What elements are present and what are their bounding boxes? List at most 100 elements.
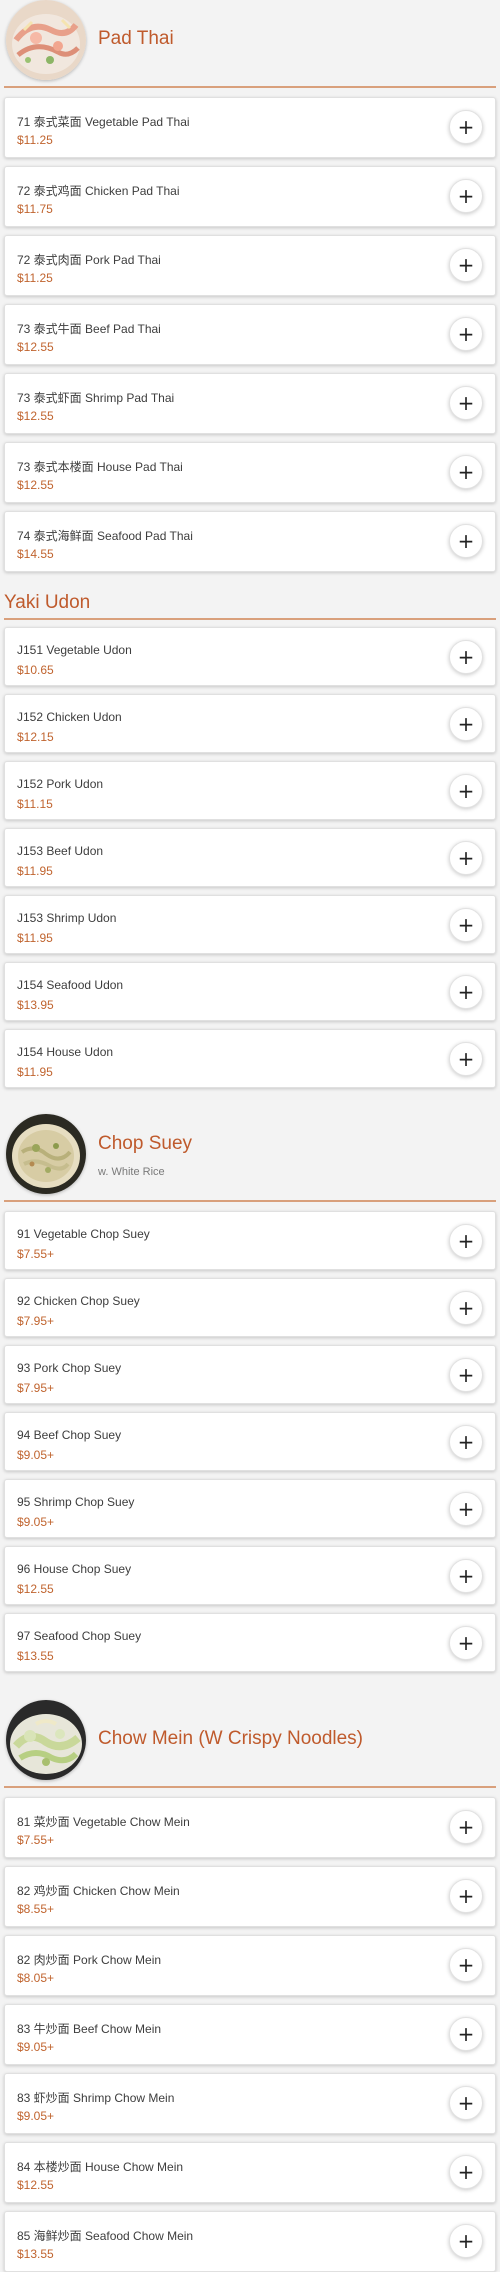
plus-icon: +: [457, 1430, 475, 1454]
add-item-button[interactable]: +: [449, 1948, 483, 1982]
menu-item[interactable]: 73 泰式牛面 Beef Pad Thai $12.55 +: [4, 304, 496, 365]
add-item-button[interactable]: +: [449, 908, 483, 942]
item-price: $12.55: [17, 2178, 54, 2192]
menu-item[interactable]: 71 泰式菜面 Vegetable Pad Thai $11.25 +: [4, 97, 496, 158]
menu-item[interactable]: J151 Vegetable Udon $10.65 +: [4, 627, 496, 686]
add-item-button[interactable]: +: [449, 1810, 483, 1844]
menu-item[interactable]: 73 泰式本楼面 House Pad Thai $12.55 +: [4, 442, 496, 503]
add-item-button[interactable]: +: [449, 774, 483, 808]
item-price: $11.25: [17, 271, 53, 285]
menu-item[interactable]: 82 肉炒面 Pork Chow Mein $8.05+ +: [4, 1935, 496, 1996]
menu-item[interactable]: 95 Shrimp Chop Suey $9.05+ +: [4, 1479, 496, 1538]
item-price: $7.95+: [17, 1381, 55, 1395]
item-price: $9.05+: [17, 1515, 55, 1529]
item-name: 92 Chicken Chop Suey: [17, 1294, 140, 1308]
item-list-chow-mein: 81 菜炒面 Vegetable Chow Mein $7.55+ + 82 鸡…: [0, 1797, 500, 2272]
add-item-button[interactable]: +: [449, 1224, 483, 1258]
menu-item[interactable]: 94 Beef Chop Suey $9.05+ +: [4, 1412, 496, 1471]
item-name: 94 Beef Chop Suey: [17, 1428, 122, 1442]
menu-item[interactable]: 81 菜炒面 Vegetable Chow Mein $7.55+ +: [4, 1797, 496, 1858]
menu-item[interactable]: 83 虾炒面 Shrimp Chow Mein $9.05+ +: [4, 2073, 496, 2134]
menu-item[interactable]: 91 Vegetable Chop Suey $7.55+ +: [4, 1211, 496, 1270]
menu-item[interactable]: J153 Beef Udon $11.95 +: [4, 828, 496, 887]
menu-item[interactable]: 96 House Chop Suey $12.55 +: [4, 1546, 496, 1605]
plus-icon: +: [457, 1047, 475, 1071]
item-name: 81 菜炒面 Vegetable Chow Mein: [17, 1815, 190, 1829]
plus-icon: +: [457, 2160, 475, 2184]
menu-item[interactable]: 93 Pork Chop Suey $7.95+ +: [4, 1345, 496, 1404]
add-item-button[interactable]: +: [449, 1042, 483, 1076]
item-name: 83 虾炒面 Shrimp Chow Mein: [17, 2091, 175, 2105]
item-price: $11.95: [17, 931, 53, 945]
item-name: J154 Seafood Udon: [17, 978, 124, 992]
item-price: $7.95+: [17, 1314, 55, 1328]
plus-icon: +: [457, 184, 475, 208]
add-item-button[interactable]: +: [449, 2086, 483, 2120]
item-price: $9.05+: [17, 2109, 55, 2123]
pad-thai-photo: [6, 0, 86, 80]
chow-mein-photo: [6, 1700, 86, 1780]
plus-icon: +: [457, 779, 475, 803]
item-list-yaki-udon: J151 Vegetable Udon $10.65 + J152 Chicke…: [0, 624, 500, 1088]
menu-item[interactable]: 73 泰式虾面 Shrimp Pad Thai $12.55 +: [4, 373, 496, 434]
item-name: 91 Vegetable Chop Suey: [17, 1227, 150, 1241]
item-price: $11.25: [17, 133, 53, 147]
menu-item[interactable]: 72 泰式肉面 Pork Pad Thai $11.25 +: [4, 235, 496, 296]
section-title: Chop Suey: [98, 1133, 193, 1154]
add-item-button[interactable]: +: [449, 1879, 483, 1913]
item-price: $11.95: [17, 864, 53, 878]
menu-item[interactable]: J154 Seafood Udon $13.95 +: [4, 962, 496, 1021]
item-name: 74 泰式海鲜面 Seafood Pad Thai: [17, 529, 193, 543]
item-price: $14.55: [17, 547, 54, 561]
item-price: $13.55: [17, 1649, 54, 1663]
plus-icon: +: [457, 1497, 475, 1521]
chop-suey-photo: [6, 1114, 86, 1194]
plus-icon: +: [457, 846, 475, 870]
menu-item[interactable]: J153 Shrimp Udon $11.95 +: [4, 895, 496, 954]
add-item-button[interactable]: +: [449, 841, 483, 875]
add-item-button[interactable]: +: [449, 1291, 483, 1325]
menu-item[interactable]: 72 泰式鸡面 Chicken Pad Thai $11.75 +: [4, 166, 496, 227]
section-header-chop-suey: Chop Suey w. White Rice: [4, 1114, 496, 1202]
add-item-button[interactable]: +: [449, 975, 483, 1009]
item-name: J152 Pork Udon: [17, 777, 104, 791]
menu-item[interactable]: J152 Pork Udon $11.15 +: [4, 761, 496, 820]
add-item-button[interactable]: +: [449, 248, 483, 282]
add-item-button[interactable]: +: [449, 1425, 483, 1459]
add-item-button[interactable]: +: [449, 2224, 483, 2258]
add-item-button[interactable]: +: [449, 2017, 483, 2051]
add-item-button[interactable]: +: [449, 524, 483, 558]
add-item-button[interactable]: +: [449, 1626, 483, 1660]
add-item-button[interactable]: +: [449, 179, 483, 213]
menu-item[interactable]: 97 Seafood Chop Suey $13.55 +: [4, 1613, 496, 1672]
menu-item[interactable]: 74 泰式海鲜面 Seafood Pad Thai $14.55 +: [4, 511, 496, 572]
plus-icon: +: [457, 1229, 475, 1253]
add-item-button[interactable]: +: [449, 455, 483, 489]
add-item-button[interactable]: +: [449, 640, 483, 674]
item-name: 82 鸡炒面 Chicken Chow Mein: [17, 1884, 180, 1898]
menu-item[interactable]: J154 House Udon $11.95 +: [4, 1029, 496, 1088]
add-item-button[interactable]: +: [449, 1559, 483, 1593]
add-item-button[interactable]: +: [449, 1358, 483, 1392]
plus-icon: +: [457, 391, 475, 415]
menu-item[interactable]: J152 Chicken Udon $12.15 +: [4, 694, 496, 753]
add-item-button[interactable]: +: [449, 110, 483, 144]
section-subtitle: w. White Rice: [98, 1166, 165, 1178]
add-item-button[interactable]: +: [449, 386, 483, 420]
item-price: $7.55+: [17, 1833, 55, 1847]
plus-icon: +: [457, 253, 475, 277]
menu-item[interactable]: 85 海鲜炒面 Seafood Chow Mein $13.55 +: [4, 2211, 496, 2272]
menu-item[interactable]: 83 牛炒面 Beef Chow Mein $9.05+ +: [4, 2004, 496, 2065]
item-price: $12.55: [17, 478, 54, 492]
plus-icon: +: [457, 1884, 475, 1908]
menu-item[interactable]: 92 Chicken Chop Suey $7.95+ +: [4, 1278, 496, 1337]
add-item-button[interactable]: +: [449, 1492, 483, 1526]
menu-item[interactable]: 82 鸡炒面 Chicken Chow Mein $8.55+ +: [4, 1866, 496, 1927]
plus-icon: +: [457, 980, 475, 1004]
add-item-button[interactable]: +: [449, 317, 483, 351]
menu-item[interactable]: 84 本楼炒面 House Chow Mein $12.55 +: [4, 2142, 496, 2203]
add-item-button[interactable]: +: [449, 2155, 483, 2189]
plus-icon: +: [457, 1363, 475, 1387]
add-item-button[interactable]: +: [449, 707, 483, 741]
